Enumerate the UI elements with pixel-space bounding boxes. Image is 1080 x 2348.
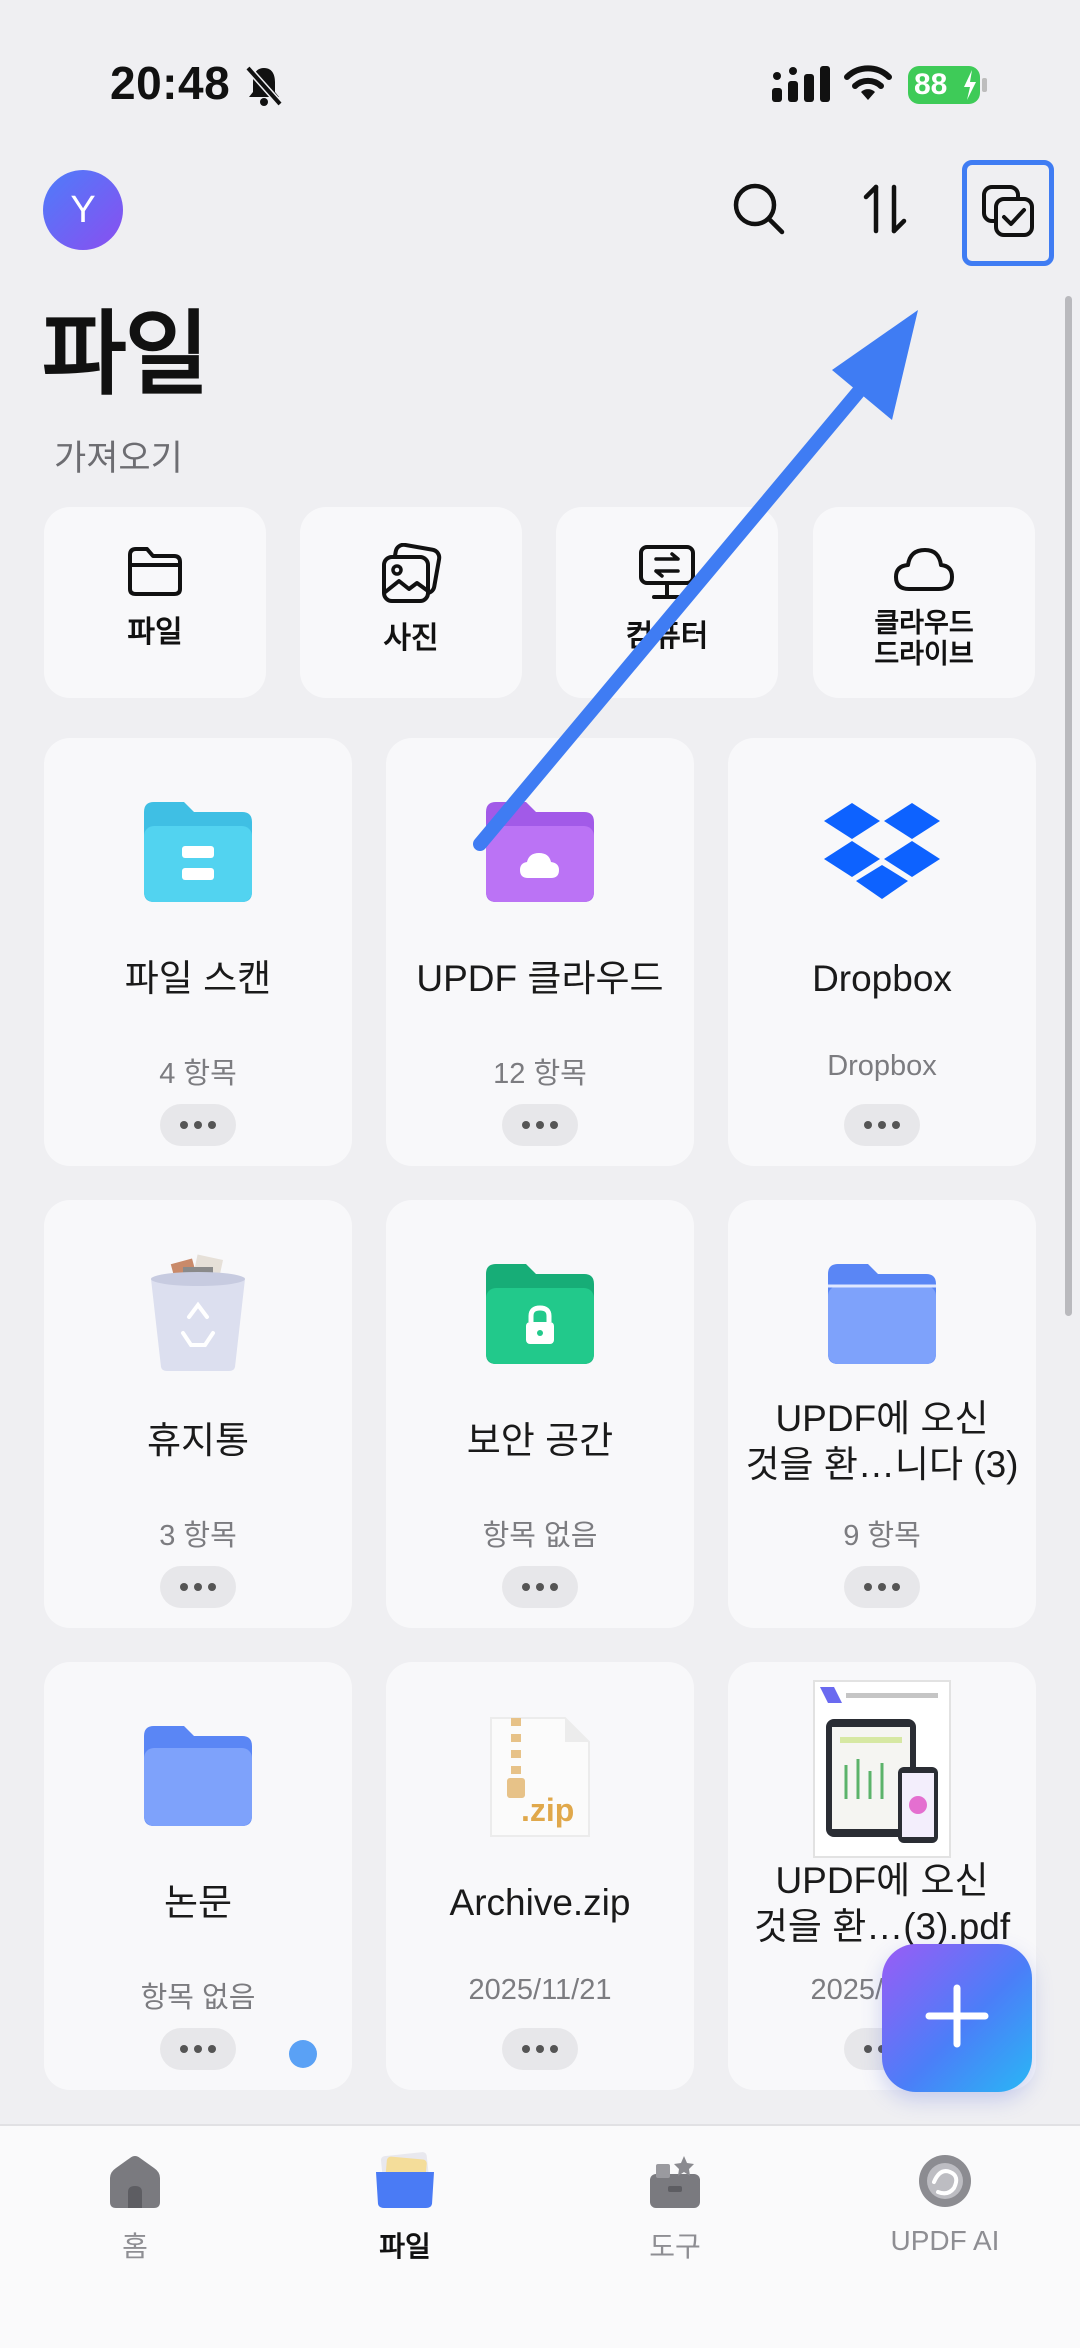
tab-label: 홈	[122, 2231, 148, 2262]
tab-home[interactable]: 홈	[35, 2152, 235, 2265]
battery-cap	[982, 78, 987, 92]
card-subtitle: 9 항목	[843, 1520, 921, 1552]
import-cloud-drive-label: 클라우드 드라이브	[874, 608, 974, 670]
card-subtitle: 12 항목	[493, 1058, 587, 1090]
more-options-button[interactable]	[160, 2028, 236, 2070]
tab-label: 파일	[379, 2231, 431, 2262]
avatar[interactable]: Y	[43, 170, 123, 250]
charging-bolt-icon	[962, 70, 978, 110]
card-title: 보안 공간	[466, 1420, 614, 1461]
more-options-button[interactable]	[160, 1104, 236, 1146]
import-files-button[interactable]: 파일	[44, 507, 266, 698]
card-subtitle: 2025/11/21	[468, 1974, 612, 2006]
import-section-label: 가져오기	[54, 439, 183, 478]
import-files-label: 파일	[127, 616, 183, 649]
home-icon	[106, 2152, 164, 2215]
card-title: Dropbox	[812, 958, 952, 999]
more-options-button[interactable]	[502, 2028, 578, 2070]
scan-folder-icon	[140, 798, 256, 909]
plus-icon	[923, 1982, 991, 2055]
tab-label: 도구	[649, 2231, 701, 2262]
zip-extension-label: .zip	[521, 1792, 575, 1828]
card-subtitle: 3 항목	[159, 1520, 237, 1552]
card-subtitle: 4 항목	[159, 1058, 237, 1090]
page-title: 파일	[42, 304, 209, 406]
card-archive-zip[interactable]: .zip Archive.zip 2025/11/21	[386, 1662, 694, 2090]
multi-select-check-icon	[980, 183, 1036, 244]
card-secure-space[interactable]: 보안 공간 항목 없음	[386, 1200, 694, 1628]
more-options-button[interactable]	[502, 1566, 578, 1608]
tools-icon	[646, 2152, 704, 2215]
card-dropbox[interactable]: Dropbox Dropbox	[728, 738, 1036, 1166]
folder-icon	[140, 1722, 256, 1833]
lock-folder-icon	[482, 1260, 598, 1371]
pdf-thumbnail-icon	[812, 1679, 952, 1864]
card-subtitle: Dropbox	[827, 1050, 937, 1082]
dropbox-icon	[822, 799, 942, 908]
more-options-button[interactable]	[502, 1104, 578, 1146]
import-computer-button[interactable]: 컴퓨터	[556, 507, 778, 698]
status-time: 20:48	[110, 57, 231, 109]
cloud-folder-icon	[482, 798, 598, 909]
card-title: Archive.zip	[449, 1882, 631, 1923]
bell-muted-icon	[244, 64, 284, 113]
tab-updf-ai[interactable]: UPDF AI	[845, 2152, 1045, 2257]
card-trash[interactable]: 휴지통 3 항목	[44, 1200, 352, 1628]
files-icon	[374, 2152, 436, 2215]
sort-icon[interactable]	[848, 172, 922, 246]
card-subtitle: 항목 없음	[482, 1520, 598, 1552]
photo-icon	[379, 542, 443, 610]
search-icon[interactable]	[722, 172, 796, 246]
card-subtitle: 항목 없음	[140, 1982, 256, 2014]
folder-icon	[824, 1260, 940, 1371]
more-options-button[interactable]	[844, 1104, 920, 1146]
card-title: UPDF에 오신 것을 환…니다 (3)	[745, 1398, 1019, 1485]
import-photos-label: 사진	[383, 622, 439, 655]
scroll-indicator[interactable]	[1065, 296, 1072, 1316]
card-updf-cloud[interactable]: UPDF 클라우드 12 항목	[386, 738, 694, 1166]
card-title: 파일 스캔	[124, 958, 272, 999]
battery-indicator: 88	[908, 66, 980, 104]
zip-file-icon: .zip	[485, 1714, 595, 1840]
import-cloud-drive-button[interactable]: 클라우드 드라이브	[813, 507, 1035, 698]
cellular-signal-icon	[772, 66, 832, 109]
ai-icon	[916, 2152, 974, 2215]
folder-outline-icon	[125, 543, 185, 604]
select-mode-button[interactable]	[962, 160, 1054, 266]
card-title: UPDF에 오신 것을 환…(3).pdf	[753, 1860, 1011, 1947]
card-title: 휴지통	[146, 1420, 250, 1461]
computer-transfer-icon	[636, 543, 698, 608]
card-title: 논문	[163, 1882, 233, 1923]
battery-level: 88	[914, 68, 948, 101]
more-options-button[interactable]	[844, 1566, 920, 1608]
wifi-icon	[842, 62, 894, 107]
tab-bar: 홈 파일 도구 UPDF AI	[0, 2124, 1080, 2348]
import-photos-button[interactable]: 사진	[300, 507, 522, 698]
status-dot	[289, 2040, 317, 2068]
cloud-icon	[891, 543, 957, 602]
tab-files[interactable]: 파일	[305, 2152, 505, 2265]
tab-tools[interactable]: 도구	[575, 2152, 775, 2265]
tab-label: UPDF AI	[890, 2225, 1000, 2256]
card-title: UPDF 클라우드	[416, 958, 664, 999]
import-computer-label: 컴퓨터	[625, 620, 709, 653]
trash-icon	[143, 1253, 253, 1378]
card-welcome-folder[interactable]: UPDF에 오신 것을 환…니다 (3) 9 항목	[728, 1200, 1036, 1628]
add-button[interactable]	[882, 1944, 1032, 2092]
card-file-scan[interactable]: 파일 스캔 4 항목	[44, 738, 352, 1166]
card-papers-folder[interactable]: 논문 항목 없음	[44, 1662, 352, 2090]
more-options-button[interactable]	[160, 1566, 236, 1608]
